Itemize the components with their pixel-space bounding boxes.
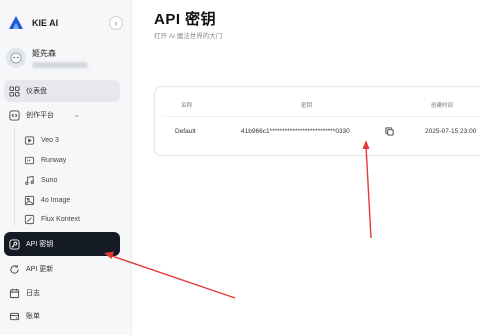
kie-logo-icon xyxy=(9,16,23,29)
nav-dashboard[interactable]: 仪表盘 xyxy=(4,80,120,102)
api-key-value[interactable]: 41b966c1**************************0330 xyxy=(241,128,350,135)
nav-suno-label: Suno xyxy=(41,176,58,184)
nav-4o-image-label: 4o Image xyxy=(41,196,71,204)
main-content: API 密钥 打开 AI 魔法世界的大门 名称 密钥 创建时间 Default … xyxy=(132,0,480,335)
user-name: 姬先森 xyxy=(32,49,56,58)
image-edit-icon xyxy=(24,214,35,224)
video-icon xyxy=(24,135,35,145)
nav-creation-platform-label: 创作平台 xyxy=(26,112,54,119)
brand[interactable]: KIE AI ‹ xyxy=(8,13,126,33)
sidebar: KIE AI ‹ 姬先森 仪表盘 创作平台 ⌄ Veo 3 Runway Sun… xyxy=(0,0,132,335)
calendar-icon xyxy=(9,288,20,298)
nav-creation-platform[interactable]: 创作平台 ⌄ xyxy=(4,104,120,126)
nav-billing[interactable]: 账单 xyxy=(4,305,120,327)
column-header-key: 密钥 xyxy=(301,103,313,109)
nav-dashboard-label: 仪表盘 xyxy=(26,88,47,95)
nav-flux-kontext[interactable]: Flux Kontext xyxy=(20,210,116,228)
nav-api-updates[interactable]: API 更新 xyxy=(4,258,120,280)
nav-logs-label: 日志 xyxy=(26,290,40,297)
key-name-cell: Default xyxy=(175,128,196,135)
image-icon xyxy=(24,195,35,205)
copy-icon[interactable] xyxy=(385,127,394,136)
collapse-sidebar-button[interactable]: ‹ xyxy=(109,16,123,30)
page-title: API 密钥 xyxy=(154,11,217,28)
user-email-blurred xyxy=(32,62,88,68)
header-divider xyxy=(163,116,480,117)
nav-api-keys[interactable]: API 密钥 xyxy=(4,232,120,256)
nav-api-keys-label: API 密钥 xyxy=(26,241,54,248)
wallet-icon xyxy=(9,312,20,320)
chevron-down-icon: ⌄ xyxy=(74,112,80,119)
refresh-icon xyxy=(10,264,19,274)
avatar-icon xyxy=(10,52,22,64)
nav-runway-label: Runway xyxy=(41,156,67,164)
user-profile[interactable]: 姬先森 xyxy=(6,43,126,73)
nav-veo3[interactable]: Veo 3 xyxy=(20,131,116,149)
nav-runway[interactable]: Runway xyxy=(20,151,116,169)
code-icon xyxy=(9,109,20,121)
nav-billing-label: 账单 xyxy=(26,313,40,320)
api-keys-table: 名称 密钥 创建时间 Default 41b966c1*************… xyxy=(154,86,480,156)
music-icon xyxy=(25,175,34,185)
nav-flux-kontext-label: Flux Kontext xyxy=(41,215,80,223)
nav-4o-image[interactable]: 4o Image xyxy=(20,191,116,209)
nav-suno[interactable]: Suno xyxy=(20,171,116,189)
nav-logs[interactable]: 日志 xyxy=(4,282,120,304)
key-icon xyxy=(9,238,20,250)
column-header-created: 创建时间 xyxy=(431,103,454,109)
brand-name: KIE AI xyxy=(32,18,59,28)
film-icon xyxy=(24,156,35,164)
nav-api-updates-label: API 更新 xyxy=(26,266,54,273)
nav-veo3-label: Veo 3 xyxy=(41,136,59,144)
page-subtitle: 打开 AI 魔法世界的大门 xyxy=(154,33,223,40)
avatar xyxy=(6,48,26,68)
dashboard-icon xyxy=(9,85,20,97)
submenu-divider xyxy=(14,128,15,226)
column-header-name: 名称 xyxy=(181,103,193,109)
created-time-cell: 2025-07-15 23:00 xyxy=(425,128,477,135)
